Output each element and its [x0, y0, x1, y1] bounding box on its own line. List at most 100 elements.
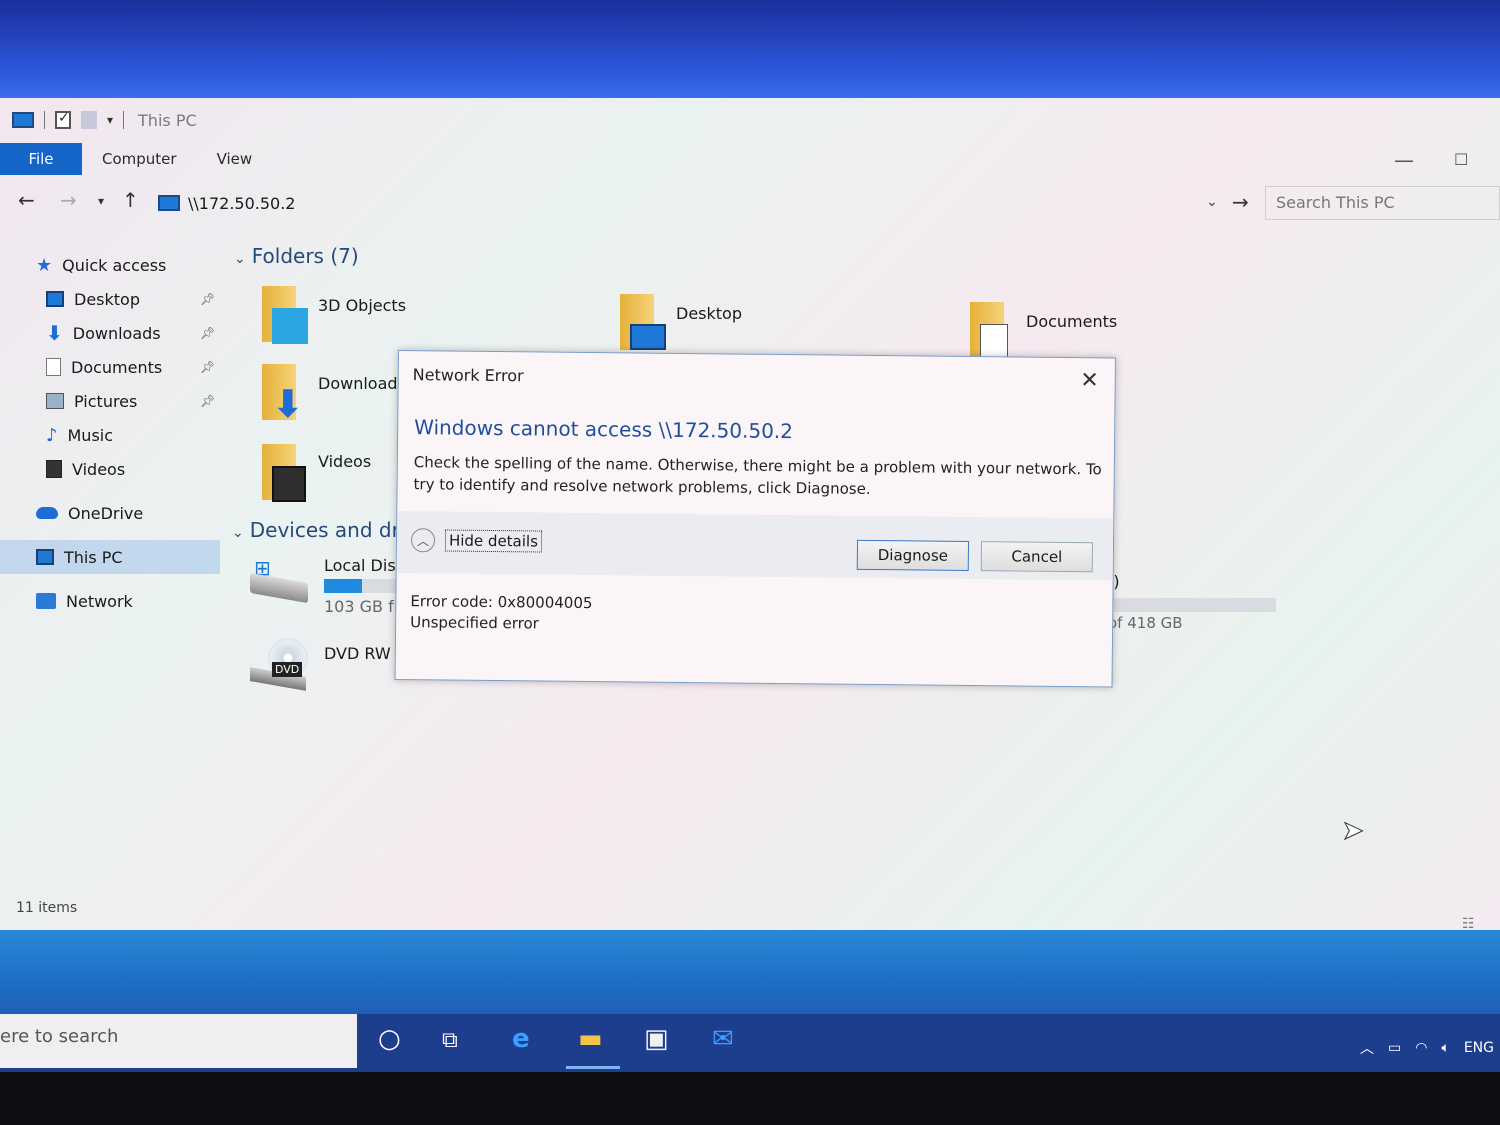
status-item-count: 11 items	[16, 900, 78, 916]
sidebar-item-desktop[interactable]: Desktop 📌︎	[0, 282, 220, 316]
videos-icon	[46, 460, 62, 478]
forward-arrow-icon[interactable]: →	[60, 188, 77, 212]
sidebar-item-videos[interactable]: Videos	[0, 452, 220, 486]
drive-capacity-fill	[324, 579, 362, 593]
folders-group-header[interactable]: ⌄ Folders (7)	[234, 244, 359, 268]
sidebar-item-network[interactable]: Network	[0, 584, 220, 618]
pin-icon: 📌︎	[200, 394, 216, 408]
divider	[123, 111, 125, 129]
new-folder-icon[interactable]	[81, 111, 97, 129]
navigation-pane: ★ Quick access Desktop 📌︎ ⬇ Downloads 📌︎…	[0, 248, 220, 618]
tab-view[interactable]: View	[197, 150, 273, 168]
folder-label: Desktop	[676, 304, 742, 323]
battery-icon[interactable]: ▭	[1388, 1040, 1401, 1056]
3d-objects-folder-icon	[258, 286, 308, 344]
folder-desktop[interactable]: Desktop	[616, 294, 742, 352]
recent-locations-chevron-icon[interactable]: ▾	[98, 194, 104, 208]
devices-group-header[interactable]: ⌄ Devices and dri	[232, 518, 405, 542]
documents-folder-icon	[966, 302, 1012, 360]
sidebar-item-label: Videos	[72, 459, 126, 479]
error-code: Error code: 0x80004005	[410, 592, 593, 613]
drive-capacity-bar	[1108, 598, 1276, 612]
sidebar-item-documents[interactable]: Documents 📌︎	[0, 350, 220, 384]
customize-quick-access-icon[interactable]: ▾	[107, 113, 113, 127]
documents-icon	[46, 358, 61, 376]
mouse-cursor-icon: ➤	[1342, 816, 1365, 847]
search-input[interactable]: Search This PC	[1265, 186, 1500, 220]
drive-free-space: of 418 GB	[1108, 614, 1183, 632]
group-header-label: Devices and dri	[249, 518, 406, 542]
dialog-heading: Windows cannot access \\172.50.50.2	[414, 415, 794, 444]
desktop-background	[0, 930, 1500, 1014]
sidebar-item-this-pc[interactable]: This PC	[0, 540, 220, 574]
chevron-up-icon[interactable]: ︿	[1360, 1038, 1374, 1058]
wifi-icon[interactable]: ◠	[1415, 1040, 1427, 1056]
folder-label: Download	[318, 374, 398, 393]
edge-icon[interactable]: e	[512, 1024, 530, 1054]
drive-dvd[interactable]: DVD DVD RW D	[250, 638, 408, 691]
window-title: This PC	[138, 110, 197, 130]
dialog-title: Network Error	[412, 365, 524, 386]
volume-icon[interactable]: 🔈︎	[1441, 1040, 1449, 1056]
hide-details-label: Hide details	[444, 529, 543, 553]
cloud-icon	[36, 507, 58, 519]
error-description: Unspecified error	[410, 613, 539, 633]
address-bar[interactable]: \\172.50.50.2 ⌄ →	[150, 186, 1250, 220]
sidebar-item-quick-access[interactable]: ★ Quick access	[0, 248, 220, 282]
pin-icon: 📌︎	[200, 326, 216, 340]
diagnose-button[interactable]: Diagnose	[856, 539, 970, 571]
this-pc-icon	[12, 112, 34, 128]
store-icon[interactable]: ▣	[644, 1024, 669, 1054]
cortana-icon[interactable]: ○	[378, 1024, 401, 1054]
go-arrow-icon[interactable]: →	[1232, 190, 1249, 214]
taskbar-search-box[interactable]: ere to search	[0, 1014, 357, 1068]
local-disk-icon: ⊞	[250, 556, 310, 604]
taskbar: ere to search ○ ⧉ e ▬ ▣ ✉ ︿ ▭ ◠ 🔈︎ ENG	[0, 1014, 1500, 1072]
dvd-drive-icon: DVD	[250, 638, 310, 691]
sidebar-item-onedrive[interactable]: OneDrive	[0, 496, 220, 530]
close-icon[interactable]: ✕	[1080, 368, 1099, 393]
mail-icon[interactable]: ✉	[712, 1024, 734, 1054]
sidebar-item-label: Documents	[71, 357, 163, 377]
desktop-icon	[46, 291, 64, 307]
up-arrow-icon[interactable]: ↑	[122, 188, 139, 212]
drive-local-disk[interactable]: ⊞ Local Disk 103 GB fre	[250, 556, 410, 616]
sidebar-item-label: Pictures	[74, 391, 138, 411]
task-view-icon[interactable]: ⧉	[442, 1028, 458, 1053]
error-details: Error code: 0x80004005 Unspecified error	[410, 591, 593, 635]
folder-downloads[interactable]: ⬇ Download	[258, 364, 398, 423]
drive-capacity-bar	[324, 579, 400, 593]
language-indicator[interactable]: ENG	[1464, 1040, 1494, 1056]
back-arrow-icon[interactable]: ←	[18, 188, 35, 212]
folder-documents[interactable]: Documents	[966, 302, 1117, 360]
folder-label: Videos	[318, 452, 372, 471]
title-bar: ▾ This PC	[0, 98, 1500, 142]
hide-details-button[interactable]: ︿ Hide details	[410, 528, 543, 553]
tab-computer[interactable]: Computer	[82, 150, 197, 168]
sidebar-item-label: Downloads	[72, 323, 161, 343]
chevron-down-icon[interactable]: ⌄	[1206, 194, 1218, 210]
folder-label: Documents	[1026, 312, 1118, 331]
chevron-down-icon: ⌄	[232, 525, 244, 541]
download-icon: ⬇	[46, 321, 63, 345]
sidebar-item-pictures[interactable]: Pictures 📌︎	[0, 384, 220, 418]
sidebar-item-music[interactable]: ♪ Music	[0, 418, 220, 452]
file-explorer-icon[interactable]: ▬	[578, 1024, 603, 1054]
desktop-folder-icon	[616, 294, 666, 352]
dialog-message: Check the spelling of the name. Otherwis…	[413, 453, 1102, 498]
sidebar-item-downloads[interactable]: ⬇ Downloads 📌︎	[0, 316, 220, 350]
chevron-down-icon: ⌄	[234, 251, 246, 267]
folder-3d-objects[interactable]: 3D Objects	[258, 286, 406, 344]
sidebar-item-label: Desktop	[74, 289, 140, 309]
system-tray: ︿ ▭ ◠ 🔈︎ ENG	[1360, 1038, 1494, 1058]
group-header-label: Folders (7)	[251, 244, 359, 268]
pin-icon: 📌︎	[200, 360, 216, 374]
cancel-button[interactable]: Cancel	[980, 541, 1094, 573]
tab-file[interactable]: File	[0, 143, 82, 175]
sidebar-item-label: Network	[66, 591, 133, 611]
properties-icon[interactable]	[55, 110, 71, 129]
address-text: \\172.50.50.2	[188, 193, 296, 213]
sidebar-item-label: This PC	[64, 547, 123, 567]
folder-videos[interactable]: Videos	[258, 444, 371, 502]
downloads-folder-icon: ⬇	[258, 364, 304, 423]
